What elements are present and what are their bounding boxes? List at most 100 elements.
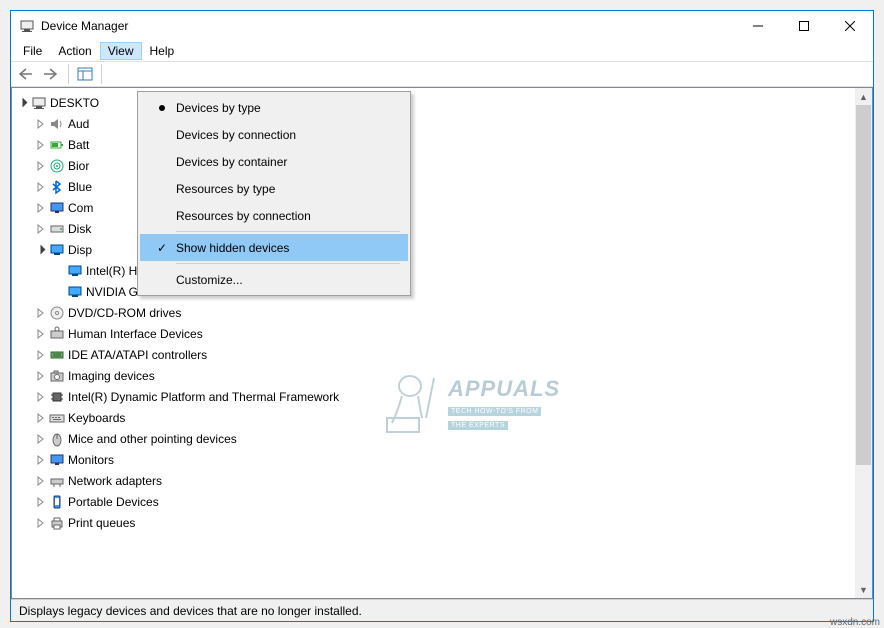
tree-node-label: Batt bbox=[68, 135, 89, 155]
tree-node-label: Mice and other pointing devices bbox=[68, 429, 237, 449]
menu-file[interactable]: File bbox=[15, 42, 50, 60]
view-menu-dropdown: Devices by type Devices by connection Devi… bbox=[137, 91, 411, 296]
tree-node[interactable]: Keyboards bbox=[14, 407, 853, 428]
app-icon bbox=[19, 18, 35, 34]
network-icon bbox=[48, 473, 66, 489]
bluetooth-icon bbox=[48, 179, 66, 195]
expand-icon[interactable] bbox=[34, 476, 48, 486]
source-label: wsxdn.com bbox=[830, 617, 880, 628]
expand-icon[interactable] bbox=[34, 518, 48, 528]
expand-icon[interactable] bbox=[34, 161, 48, 171]
tree-node[interactable]: DVD/CD-ROM drives bbox=[14, 302, 853, 323]
expand-icon[interactable] bbox=[34, 497, 48, 507]
tree-node-label: Aud bbox=[68, 114, 89, 134]
menu-separator bbox=[176, 231, 400, 232]
status-text: Displays legacy devices and devices that… bbox=[19, 604, 362, 618]
tree-node-label: Com bbox=[68, 198, 93, 218]
back-button[interactable] bbox=[14, 63, 38, 85]
statusbar: Displays legacy devices and devices that… bbox=[11, 599, 873, 621]
menu-item-label: Resources by connection bbox=[176, 209, 408, 223]
tree-node[interactable]: Mice and other pointing devices bbox=[14, 428, 853, 449]
tree-node-label: Disk bbox=[68, 219, 91, 239]
toolbar-separator bbox=[68, 64, 69, 84]
menu-customize[interactable]: Customize... bbox=[140, 266, 408, 293]
tree-node[interactable]: Intel(R) Dynamic Platform and Thermal Fr… bbox=[14, 386, 853, 407]
printer-icon bbox=[48, 515, 66, 531]
maximize-button[interactable] bbox=[781, 11, 827, 41]
menu-item-label: Resources by type bbox=[176, 182, 408, 196]
computer-icon bbox=[30, 95, 48, 111]
disk-icon bbox=[48, 221, 66, 237]
menu-item-devices-by-connection[interactable]: Devices by connection bbox=[140, 121, 408, 148]
titlebar[interactable]: Device Manager bbox=[11, 11, 873, 41]
expand-icon[interactable] bbox=[34, 413, 48, 423]
expand-icon[interactable] bbox=[34, 329, 48, 339]
menu-item-resources-by-type[interactable]: Resources by type bbox=[140, 175, 408, 202]
expand-icon[interactable] bbox=[34, 308, 48, 318]
menu-separator bbox=[176, 263, 400, 264]
tree-node[interactable]: Print queues bbox=[14, 512, 853, 533]
tree-node[interactable]: IDE ATA/ATAPI controllers bbox=[14, 344, 853, 365]
scroll-down-button[interactable]: ▼ bbox=[855, 581, 872, 598]
window-controls bbox=[735, 11, 873, 41]
scroll-track[interactable] bbox=[855, 105, 872, 581]
battery-icon bbox=[48, 137, 66, 153]
collapse-icon[interactable] bbox=[34, 245, 48, 255]
check-icon: ✓ bbox=[148, 241, 176, 255]
expand-icon[interactable] bbox=[34, 455, 48, 465]
tree-node[interactable]: Human Interface Devices bbox=[14, 323, 853, 344]
menu-item-label: Devices by connection bbox=[176, 128, 408, 142]
menu-action[interactable]: Action bbox=[50, 42, 99, 60]
tree-node-label: IDE ATA/ATAPI controllers bbox=[68, 345, 207, 365]
menu-item-resources-by-connection[interactable]: Resources by connection bbox=[140, 202, 408, 229]
scroll-up-button[interactable]: ▲ bbox=[855, 88, 872, 105]
toolbar-separator bbox=[101, 64, 102, 84]
expand-icon[interactable] bbox=[34, 119, 48, 129]
display-icon bbox=[66, 284, 84, 300]
forward-button[interactable] bbox=[40, 63, 64, 85]
expand-icon[interactable] bbox=[34, 182, 48, 192]
toolbar bbox=[11, 61, 873, 87]
vertical-scrollbar[interactable]: ▲ ▼ bbox=[855, 88, 872, 598]
tree-node-label: Print queues bbox=[68, 513, 135, 533]
menu-show-hidden-devices[interactable]: ✓ Show hidden devices bbox=[140, 234, 408, 261]
show-hide-console-button[interactable] bbox=[73, 63, 97, 85]
speaker-icon bbox=[48, 116, 66, 132]
menu-view[interactable]: View bbox=[100, 42, 142, 60]
tree-node-label: Bior bbox=[68, 156, 89, 176]
mouse-icon bbox=[48, 431, 66, 447]
expand-icon[interactable] bbox=[34, 392, 48, 402]
tree-node[interactable]: Portable Devices bbox=[14, 491, 853, 512]
scroll-thumb[interactable] bbox=[856, 105, 871, 465]
camera-icon bbox=[48, 368, 66, 384]
tree-node-label: Monitors bbox=[68, 450, 114, 470]
tree-node-label: Network adapters bbox=[68, 471, 162, 491]
tree-node-label: DESKTO bbox=[50, 93, 99, 113]
tree-node[interactable]: Imaging devices bbox=[14, 365, 853, 386]
collapse-icon[interactable] bbox=[16, 98, 30, 108]
tree-node[interactable]: Monitors bbox=[14, 449, 853, 470]
tree-node-label: Intel(R) Dynamic Platform and Thermal Fr… bbox=[68, 387, 339, 407]
fingerprint-icon bbox=[48, 158, 66, 174]
ide-icon bbox=[48, 347, 66, 363]
hid-icon bbox=[48, 326, 66, 342]
expand-icon[interactable] bbox=[34, 371, 48, 381]
expand-icon[interactable] bbox=[34, 140, 48, 150]
close-button[interactable] bbox=[827, 11, 873, 41]
monitor-icon bbox=[48, 200, 66, 216]
expand-icon[interactable] bbox=[34, 224, 48, 234]
menu-item-devices-by-container[interactable]: Devices by container bbox=[140, 148, 408, 175]
tree-node[interactable]: Network adapters bbox=[14, 470, 853, 491]
expand-icon[interactable] bbox=[34, 434, 48, 444]
menubar: File Action View Help bbox=[11, 41, 873, 61]
tree-node-label: Portable Devices bbox=[68, 492, 159, 512]
menu-item-label: Customize... bbox=[176, 273, 408, 287]
menu-item-devices-by-type[interactable]: Devices by type bbox=[140, 94, 408, 121]
expand-icon[interactable] bbox=[34, 203, 48, 213]
expand-icon[interactable] bbox=[34, 350, 48, 360]
menu-help[interactable]: Help bbox=[142, 42, 183, 60]
display-icon bbox=[48, 242, 66, 258]
keyboard-icon bbox=[48, 410, 66, 426]
minimize-button[interactable] bbox=[735, 11, 781, 41]
menu-item-label: Devices by container bbox=[176, 155, 408, 169]
